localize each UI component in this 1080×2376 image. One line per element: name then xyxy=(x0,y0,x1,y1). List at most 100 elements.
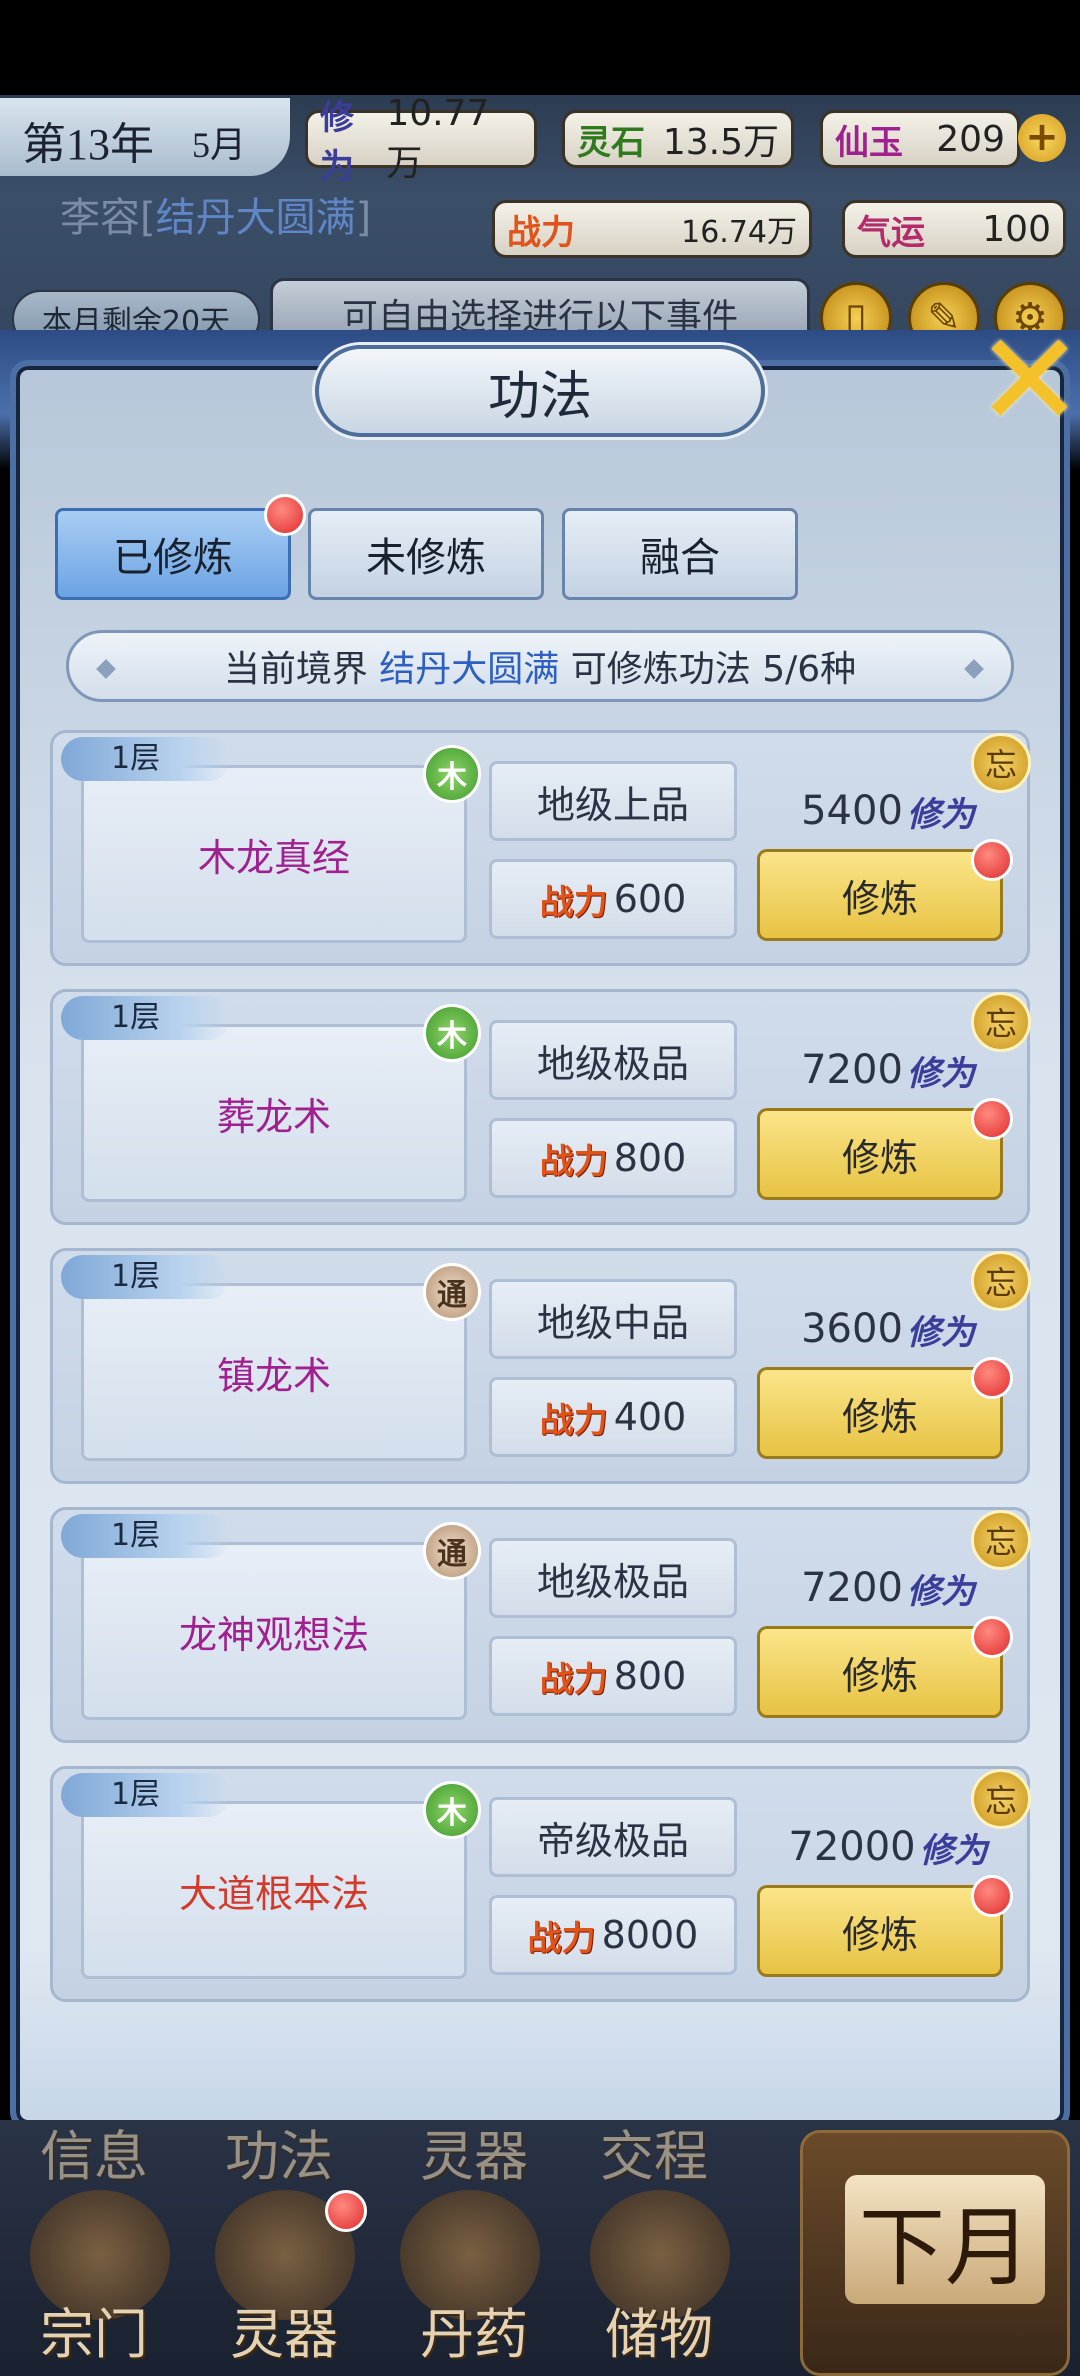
cost-value: 3600 xyxy=(801,1306,903,1352)
cost-value: 72000 xyxy=(788,1824,916,1870)
panel-title: 功法 xyxy=(315,345,765,437)
skill-name: 镇龙术 xyxy=(216,1353,331,1398)
skill-card: 镇龙术 1层 通 地级中品 战力 400 3600 修为 忘 修炼 xyxy=(50,1248,1031,1484)
skill-power: 战力 600 xyxy=(489,859,737,939)
notification-dot xyxy=(971,839,1013,881)
power-label: 战力 xyxy=(539,1141,608,1182)
combat-power-label: 战力 xyxy=(507,212,575,253)
skill-power: 战力 800 xyxy=(489,1636,737,1716)
skill-name-box[interactable]: 木龙真经 xyxy=(81,765,467,943)
notification-dot xyxy=(971,1098,1013,1140)
skill-grade: 地级极品 xyxy=(489,1538,737,1618)
skill-layer: 1层 xyxy=(61,737,231,781)
close-icon[interactable]: ✕ xyxy=(975,315,1080,445)
right-diamond-icon xyxy=(964,659,984,679)
forget-icon[interactable]: 忘 xyxy=(971,1769,1031,1829)
skill-name: 葬龙术 xyxy=(216,1094,331,1139)
notification-dot xyxy=(264,494,306,536)
cultivation-label: 修为 xyxy=(320,98,354,187)
tab-uncultivated[interactable]: 未修炼 xyxy=(308,508,544,600)
cost-label: 修为 xyxy=(906,1053,975,1094)
spirit-stone-resource[interactable]: 灵石 13.5万 xyxy=(562,110,794,168)
notification-dot xyxy=(971,1357,1013,1399)
skill-name-box[interactable]: 镇龙术 xyxy=(81,1283,467,1461)
skill-name: 大道根本法 xyxy=(178,1871,369,1916)
realm-value: 结丹大圆满 xyxy=(379,649,560,690)
cultivation-value: 10.77万 xyxy=(386,92,490,184)
skill-power: 战力 400 xyxy=(489,1377,737,1457)
skill-card: 大道根本法 1层 木 帝级极品 战力 8000 72000 修为 忘 修炼 xyxy=(50,1766,1031,2002)
nav-storage[interactable]: 储物 xyxy=(605,2290,713,2369)
luck-value: 100 xyxy=(982,208,1051,250)
forget-icon[interactable]: 忘 xyxy=(971,733,1031,793)
cost-value: 7200 xyxy=(801,1047,903,1093)
notification-dot xyxy=(971,1875,1013,1917)
realm-bracket-close: ] xyxy=(355,195,372,241)
power-label: 战力 xyxy=(527,1918,596,1959)
skill-name-box[interactable]: 葬龙术 xyxy=(81,1024,467,1202)
nav-top-label: 功法 xyxy=(225,2125,333,2188)
cost-label: 修为 xyxy=(906,1312,975,1353)
skill-layer: 1层 xyxy=(61,1255,231,1299)
power-value: 800 xyxy=(613,1654,687,1698)
power-value: 400 xyxy=(613,1395,687,1439)
skill-card: 龙神观想法 1层 通 地级极品 战力 800 7200 修为 忘 修炼 xyxy=(50,1507,1031,1743)
forget-icon[interactable]: 忘 xyxy=(971,1251,1031,1311)
skill-card: 木龙真经 1层 木 地级上品 战力 600 5400 修为 忘 修炼 xyxy=(50,730,1031,966)
power-value: 800 xyxy=(613,1136,687,1180)
combat-power-stat: 战力 16.74万 xyxy=(492,200,812,258)
spirit-stone-value: 13.5万 xyxy=(662,122,779,163)
nav-pill[interactable]: 丹药 xyxy=(420,2290,528,2369)
skill-cost: 7200 修为 xyxy=(763,1042,1013,1098)
nav-top-label: 灵器 xyxy=(420,2125,528,2188)
luck-label: 气运 xyxy=(857,212,925,253)
skill-card: 葬龙术 1层 木 地级极品 战力 800 7200 修为 忘 修炼 xyxy=(50,989,1031,1225)
power-value: 600 xyxy=(613,877,687,921)
realm-suffix: 可修炼功法 5/6种 xyxy=(570,649,857,690)
power-value: 8000 xyxy=(601,1913,699,1957)
cultivation-resource[interactable]: 修为 10.77万 xyxy=(305,93,537,187)
character-name: 李容[结丹大圆满] xyxy=(60,185,371,243)
skill-name-box[interactable]: 大道根本法 xyxy=(81,1801,467,1979)
skill-cost: 3600 修为 xyxy=(763,1301,1013,1357)
realm-prefix: 当前境界 xyxy=(223,649,368,690)
nav-artifact[interactable]: 灵器 xyxy=(230,2290,338,2369)
nav-top-label: 信息 xyxy=(40,2125,148,2188)
jade-value: 209 xyxy=(936,118,1005,160)
train-button[interactable]: 修炼 xyxy=(757,1108,1003,1200)
skill-name: 木龙真经 xyxy=(197,835,350,880)
skill-grade: 帝级极品 xyxy=(489,1797,737,1877)
tab-fusion[interactable]: 融合 xyxy=(562,508,798,600)
realm-bracket-open: [ xyxy=(140,195,156,241)
cost-label: 修为 xyxy=(906,1571,975,1612)
skill-grade: 地级上品 xyxy=(489,761,737,841)
forget-icon[interactable]: 忘 xyxy=(971,1510,1031,1570)
train-button[interactable]: 修炼 xyxy=(757,1626,1003,1718)
train-button[interactable]: 修炼 xyxy=(757,1885,1003,1977)
power-label: 战力 xyxy=(539,882,608,923)
cost-label: 修为 xyxy=(906,794,975,835)
universal-element-icon: 通 xyxy=(423,1263,481,1321)
forget-icon[interactable]: 忘 xyxy=(971,992,1031,1052)
train-button[interactable]: 修炼 xyxy=(757,849,1003,941)
add-jade-icon[interactable]: + xyxy=(1018,114,1066,162)
combat-power-value: 16.74万 xyxy=(681,215,797,250)
skill-cost: 5400 修为 xyxy=(763,783,1013,839)
skill-name-box[interactable]: 龙神观想法 xyxy=(81,1542,467,1720)
skill-cost: 72000 修为 xyxy=(763,1819,1013,1875)
status-bar xyxy=(0,0,1080,95)
jade-resource[interactable]: 仙玉 209 xyxy=(820,110,1020,168)
realm-info-bar: 当前境界 结丹大圆满 可修炼功法 5/6种 xyxy=(66,630,1014,702)
next-month-label: 下月 xyxy=(845,2175,1045,2304)
left-diamond-icon xyxy=(96,659,116,679)
cost-value: 5400 xyxy=(801,788,903,834)
spirit-stone-label: 灵石 xyxy=(577,122,645,163)
wood-element-icon: 木 xyxy=(423,745,481,803)
skill-layer: 1层 xyxy=(61,996,231,1040)
train-button[interactable]: 修炼 xyxy=(757,1367,1003,1459)
tab-cultivated[interactable]: 已修炼 xyxy=(55,508,291,600)
month-label: 5月 xyxy=(192,125,247,165)
skill-cost: 7200 修为 xyxy=(763,1560,1013,1616)
nav-sect[interactable]: 宗门 xyxy=(40,2290,148,2369)
tab-uncultivated-label: 未修炼 xyxy=(366,535,486,581)
